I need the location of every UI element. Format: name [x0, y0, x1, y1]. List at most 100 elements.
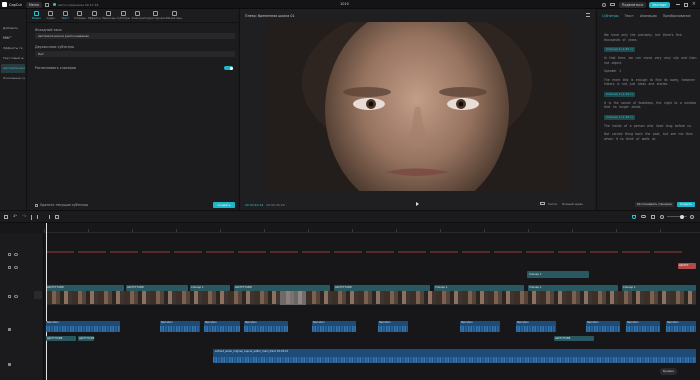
export-button[interactable]: Экспорт	[649, 1, 670, 8]
tab-filters[interactable]: Фильтры	[131, 9, 146, 22]
subtitle-line[interactable]: Speaker 1	[597, 69, 697, 74]
menu-button[interactable]: Меню	[25, 1, 42, 8]
tab-subtitles-right[interactable]: Субтитры	[602, 14, 618, 18]
narration-clip[interactable]: Narration	[46, 321, 120, 332]
narration-clip[interactable]: Narration	[586, 321, 620, 332]
speaker-icon[interactable]	[8, 328, 11, 331]
magnet-icon[interactable]	[632, 214, 636, 219]
lock-icon[interactable]	[8, 295, 11, 298]
eye-icon[interactable]	[14, 253, 18, 256]
split-left-icon[interactable]	[37, 215, 41, 219]
zoom-slider-handle[interactable]	[680, 214, 684, 219]
narration-clip[interactable]: Narration	[204, 321, 240, 332]
playhead[interactable]	[46, 223, 47, 380]
split-right-icon[interactable]	[46, 215, 51, 219]
maximize-icon[interactable]	[683, 2, 688, 7]
settings-icon[interactable]	[601, 2, 606, 7]
narration-clip[interactable]: Narration	[378, 321, 408, 332]
tab-transitions[interactable]: Переходы	[102, 9, 117, 22]
subtitle-line[interactable]: It is the sound of footsteps, the night …	[597, 101, 697, 110]
tab-media[interactable]: Медиа	[29, 9, 44, 22]
speaker-clip[interactable]: Спикер 1	[527, 271, 589, 278]
ratio-button[interactable]: Соотн.	[548, 202, 558, 206]
share-button[interactable]: Поделиться	[618, 1, 647, 8]
project-title[interactable]: 1010	[340, 2, 349, 6]
eye-icon[interactable]	[14, 295, 18, 298]
subtitle-line[interactable]: In that time, we can move very very slip…	[597, 56, 697, 65]
create-captions-button[interactable]: Создать	[213, 202, 235, 208]
effect-clip[interactable]: ШАТСТ7АВЯ	[78, 336, 94, 341]
eye-icon[interactable]	[14, 266, 18, 269]
bilingual-select[interactable]: Нет	[35, 51, 235, 57]
speaker-tag[interactable]: Спикер 1 (1,38 с)	[604, 114, 636, 120]
preview-axis-icon[interactable]	[651, 214, 655, 219]
tab-stickers[interactable]: Стикеры	[73, 9, 88, 22]
selected-clip[interactable]	[280, 291, 306, 305]
close-icon[interactable]: ×	[692, 2, 696, 7]
subtitles-icon	[120, 11, 126, 16]
subtitle-line[interactable]: The hands of a person who lived long bef…	[597, 124, 697, 129]
leftnav-add-text[interactable]: Добавить текст	[1, 24, 25, 39]
tab-audio[interactable]: Аудио	[44, 9, 59, 22]
narration-clip[interactable]: Narration	[244, 321, 288, 332]
layout-icon[interactable]	[44, 2, 49, 7]
tab-effects[interactable]: Эффекты	[87, 9, 102, 22]
subtitle-line[interactable]: We have only the precisely, but there's …	[597, 33, 697, 42]
narration-clip[interactable]: Narration	[516, 321, 556, 332]
create-subtitles-button[interactable]: Создать	[676, 202, 695, 207]
leftnav-text-effects[interactable]: Эффекты те	[1, 44, 25, 53]
leftnav-local-subtitles[interactable]: Локальные су	[1, 74, 25, 83]
zoom-slider[interactable]	[667, 214, 687, 219]
crop-icon[interactable]	[540, 202, 545, 205]
subtitle-track[interactable]	[46, 251, 686, 253]
narration-clip[interactable]: Narration	[666, 321, 696, 332]
narration-clip[interactable]: Narration	[626, 321, 660, 332]
tab-ai-avatars[interactable]: ИИ-аватары	[165, 9, 183, 22]
zoom-out-icon[interactable]	[660, 214, 664, 219]
leftnav-auto-captions[interactable]: Автоматическ	[1, 64, 25, 73]
main-video-track[interactable]	[46, 291, 696, 305]
tab-text[interactable]: Текст	[58, 9, 73, 22]
delete-icon[interactable]	[55, 215, 60, 219]
narration-clip[interactable]: Narration	[312, 321, 356, 332]
subtitle-line[interactable]: The more this is enough to find its away…	[597, 78, 697, 87]
tab-subtitles[interactable]: Субтитры	[116, 9, 131, 22]
tab-transform[interactable]: Преобразование	[663, 14, 691, 18]
speaker-tag[interactable]: Спикер 2 (1,55 с)	[604, 47, 636, 52]
video-preview[interactable]	[267, 22, 568, 191]
source-language-select[interactable]: Автоматическое распознавание	[35, 33, 235, 39]
split-icon[interactable]	[31, 214, 33, 220]
minimize-icon[interactable]	[675, 4, 680, 5]
fullscreen-button[interactable]: Полный экран	[562, 202, 583, 206]
redo-icon[interactable]: ↷	[22, 214, 26, 220]
lock-icon[interactable]	[8, 266, 11, 269]
speaker-icon[interactable]	[8, 363, 11, 366]
checkbox-icon[interactable]	[35, 203, 38, 207]
narration-clip[interactable]: Narration	[460, 321, 500, 332]
tab-adjustment[interactable]: Корректировка	[145, 9, 166, 22]
player-menu-icon[interactable]	[586, 13, 590, 17]
tab-animation[interactable]: Анимация	[640, 14, 657, 18]
sticker-clip-top[interactable]: ШАТСТ	[678, 263, 696, 269]
undo-icon[interactable]: ↶	[13, 214, 17, 220]
select-tool-icon[interactable]	[4, 215, 8, 219]
ai-assistant-badge[interactable]: Бумера	[660, 368, 677, 375]
speaker-tag[interactable]: Спикер 1 (1,16 с)	[604, 91, 636, 97]
narration-clip[interactable]: Narration	[160, 321, 200, 332]
identify-speakers-button[interactable]: Распознавать спикеров	[635, 202, 674, 207]
cover-button[interactable]	[34, 291, 42, 299]
effect-clip[interactable]: ШАТСТ7АВЯ	[554, 336, 594, 341]
effect-clip[interactable]: ШАТСТ7АВЯ	[46, 336, 76, 341]
keyboard-icon[interactable]	[609, 3, 615, 6]
link-icon[interactable]	[641, 215, 646, 218]
leftnav-mine[interactable]: Мои	[1, 34, 25, 43]
subtitles-panel: Субтитры Текст Анимация Преобразование W…	[596, 9, 700, 210]
main-audio-clip[interactable]: extract_audio_original_capcut_editor_mai…	[213, 349, 696, 363]
subtitle-line[interactable]: Not carved thing back the past, but see …	[597, 132, 697, 141]
leftnav-text-templates[interactable]: Текстовый ш	[1, 54, 25, 63]
play-icon[interactable]	[416, 202, 419, 206]
lock-icon[interactable]	[8, 253, 11, 256]
zoom-in-icon[interactable]	[690, 214, 694, 219]
identify-speakers-toggle[interactable]	[224, 66, 233, 70]
tab-text-right[interactable]: Текст	[624, 14, 633, 18]
